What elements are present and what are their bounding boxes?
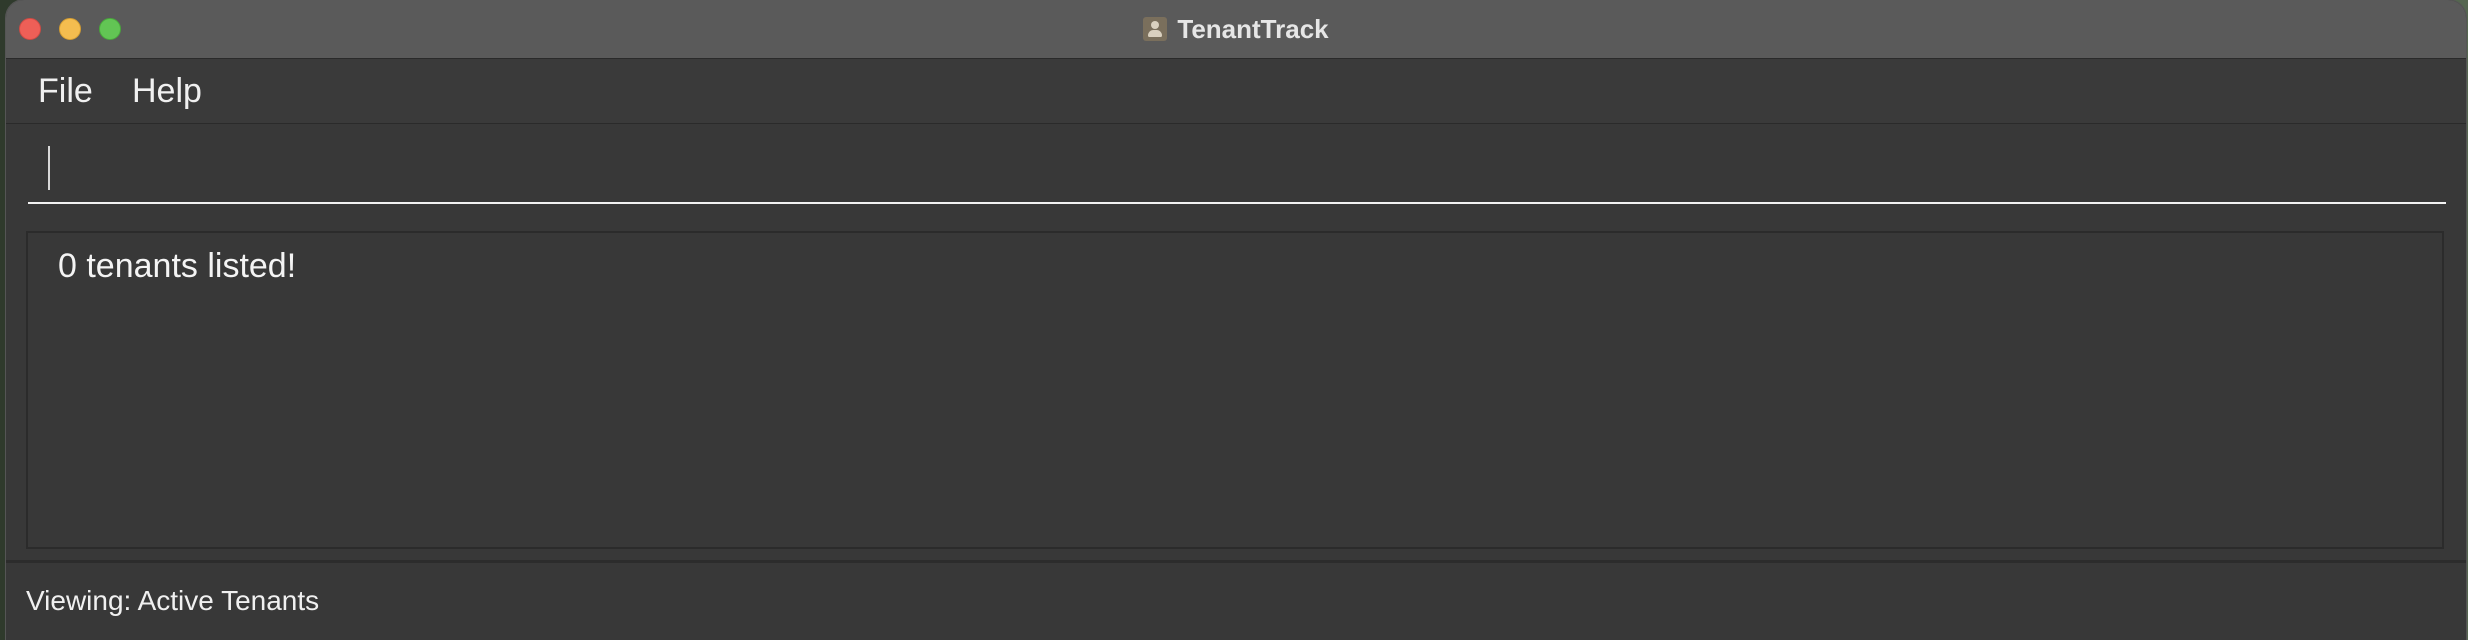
app-window: TenantTrack File Help 0 tenants listed! …: [6, 0, 2466, 640]
person-card-icon: [1143, 17, 1168, 41]
window-title: TenantTrack: [1177, 13, 1329, 44]
status-text: Viewing: Active Tenants: [26, 585, 320, 616]
status-bar: Viewing: Active Tenants: [6, 563, 2466, 640]
text-caret: [48, 146, 50, 190]
result-display: 0 tenants listed!: [26, 231, 2444, 549]
title-group: TenantTrack: [6, 0, 2466, 58]
menu-bar: File Help: [6, 59, 2466, 124]
command-box: [6, 124, 2466, 220]
menu-help[interactable]: Help: [126, 69, 208, 113]
title-bar[interactable]: TenantTrack: [6, 0, 2466, 59]
result-message: 0 tenants listed!: [58, 247, 297, 285]
command-input[interactable]: [28, 140, 2446, 204]
menu-file[interactable]: File: [32, 69, 99, 113]
